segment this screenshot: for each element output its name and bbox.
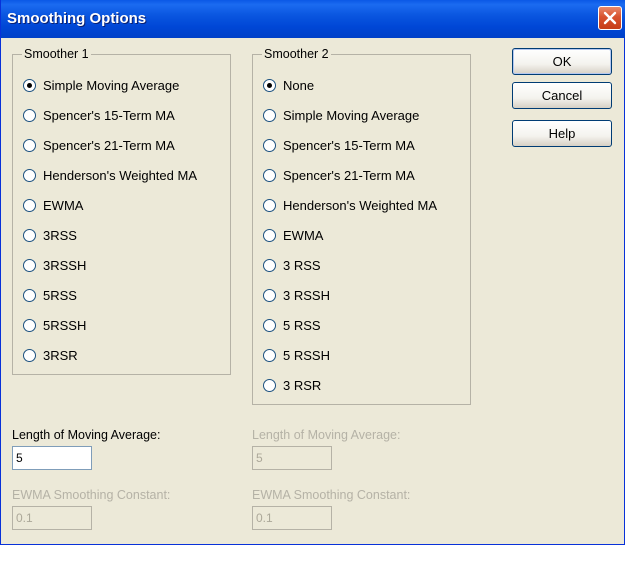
radio-button-icon[interactable] (23, 199, 36, 212)
dialog-title: Smoothing Options (7, 10, 147, 27)
length-ma-input-1[interactable]: 5 (12, 446, 92, 470)
smoother1-title: Smoother 1 (22, 47, 91, 61)
radio-button-icon[interactable] (23, 349, 36, 362)
smoother2-option-label: 3 RSSH (283, 288, 330, 303)
radio-button-icon[interactable] (263, 79, 276, 92)
cancel-button[interactable]: Cancel (512, 82, 612, 109)
radio-button-icon[interactable] (263, 169, 276, 182)
smoother2-option-label: 5 RSS (283, 318, 321, 333)
radio-button-icon[interactable] (263, 259, 276, 272)
smoother1-option-label: 3RSSH (43, 258, 87, 273)
smoothing-options-dialog: Smoothing Options Smoother 1 Simple Movi… (0, 0, 625, 545)
smoother2-option-label: EWMA (283, 228, 324, 243)
radio-button-icon[interactable] (263, 199, 276, 212)
smoother2-option-label: None (283, 78, 315, 93)
smoother2-option-label: Simple Moving Average (283, 108, 420, 123)
radio-button-icon[interactable] (263, 319, 276, 332)
smoother1-option-label: Henderson's Weighted MA (43, 168, 197, 183)
radio-button-icon[interactable] (23, 109, 36, 122)
smoother1-option-label: Spencer's 15-Term MA (43, 108, 175, 123)
length-ma-label-2: Length of Moving Average: (252, 428, 401, 442)
radio-button-icon[interactable] (263, 379, 276, 392)
smoother2-option-label: 3 RSS (283, 258, 321, 273)
title-bar[interactable]: Smoothing Options (1, 0, 625, 38)
smoother2-option-label: Spencer's 21-Term MA (283, 168, 415, 183)
smoother1-option-label: 5RSSH (43, 318, 87, 333)
smoother1-option-label: EWMA (43, 198, 84, 213)
ewma-constant-label-1: EWMA Smoothing Constant: (12, 488, 171, 502)
ewma-constant-input-1: 0.1 (12, 506, 92, 530)
ewma-constant-label-2: EWMA Smoothing Constant: (252, 488, 411, 502)
ewma-constant-input-2: 0.1 (252, 506, 332, 530)
close-icon (603, 11, 617, 25)
smoother2-option-label: Spencer's 15-Term MA (283, 138, 415, 153)
radio-button-icon[interactable] (23, 139, 36, 152)
radio-button-icon[interactable] (263, 349, 276, 362)
smoother2-option-label: 5 RSSH (283, 348, 330, 363)
smoother2-option-label: Henderson's Weighted MA (283, 198, 437, 213)
radio-button-icon[interactable] (23, 169, 36, 182)
length-ma-input-2: 5 (252, 446, 332, 470)
close-button[interactable] (598, 6, 622, 30)
radio-button-icon[interactable] (263, 289, 276, 302)
radio-button-icon[interactable] (263, 109, 276, 122)
radio-button-icon[interactable] (23, 319, 36, 332)
help-button[interactable]: Help (512, 120, 612, 147)
ok-button[interactable]: OK (512, 48, 612, 75)
smoother1-option-label: Simple Moving Average (43, 78, 180, 93)
radio-button-icon[interactable] (23, 259, 36, 272)
radio-button-icon[interactable] (23, 79, 36, 92)
smoother2-group: Smoother 2 None Simple Moving Average Spen… (252, 47, 471, 405)
smoother1-option-label: 5RSS (43, 288, 77, 303)
smoother1-option-label: 3RSS (43, 228, 77, 243)
smoother2-title: Smoother 2 (262, 47, 331, 61)
radio-button-icon[interactable] (23, 229, 36, 242)
smoother1-group: Smoother 1 Simple Moving Average Spencer'… (12, 47, 231, 375)
smoother1-option-label: Spencer's 21-Term MA (43, 138, 175, 153)
smoother1-option-label: 3RSR (43, 348, 78, 363)
radio-button-icon[interactable] (23, 289, 36, 302)
smoother2-option-label: 3 RSR (283, 378, 322, 393)
length-ma-label-1: Length of Moving Average: (12, 428, 161, 442)
radio-button-icon[interactable] (263, 229, 276, 242)
radio-button-icon[interactable] (263, 139, 276, 152)
